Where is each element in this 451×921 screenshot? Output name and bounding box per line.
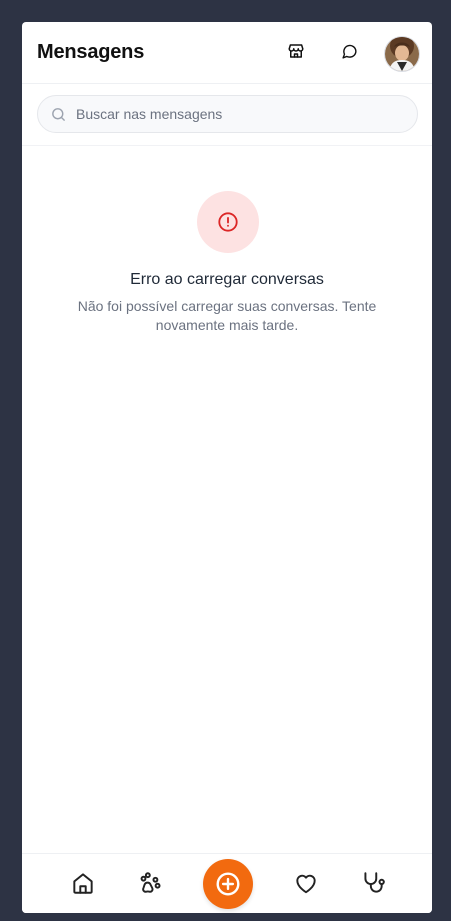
search-bar-container: [22, 84, 432, 146]
nav-home[interactable]: [69, 869, 97, 897]
stethoscope-icon: [364, 872, 385, 893]
page-title: Mensagens: [37, 41, 145, 63]
paw-icon: [140, 872, 161, 893]
error-title: Erro ao carregar conversas: [130, 271, 324, 288]
error-icon-badge: [197, 191, 259, 253]
header: Mensagens: [22, 22, 432, 84]
error-message: Não foi possível carregar suas conversas…: [77, 298, 377, 333]
chat-bubble-icon: [341, 44, 357, 59]
add-button[interactable]: [203, 859, 253, 909]
nav-pets[interactable]: [136, 869, 164, 897]
store-button[interactable]: [285, 40, 307, 62]
nav-health[interactable]: [359, 869, 387, 897]
bottom-navigation: [22, 853, 432, 913]
nav-favorites[interactable]: [292, 869, 320, 897]
heart-icon: [296, 874, 316, 894]
home-icon: [73, 873, 93, 894]
app-screen: Mensagens Buscar nas mensagens Erro ao c…: [22, 22, 432, 913]
plus-circle-icon: [216, 872, 240, 896]
search-bar[interactable]: [37, 95, 418, 133]
avatar[interactable]: [384, 36, 420, 72]
user-avatar: [385, 37, 419, 71]
search-input[interactable]: [76, 96, 406, 132]
chat-button[interactable]: [338, 40, 360, 62]
store-icon: [288, 44, 304, 58]
alert-circle-icon: [218, 212, 238, 232]
search-icon: [52, 108, 65, 121]
